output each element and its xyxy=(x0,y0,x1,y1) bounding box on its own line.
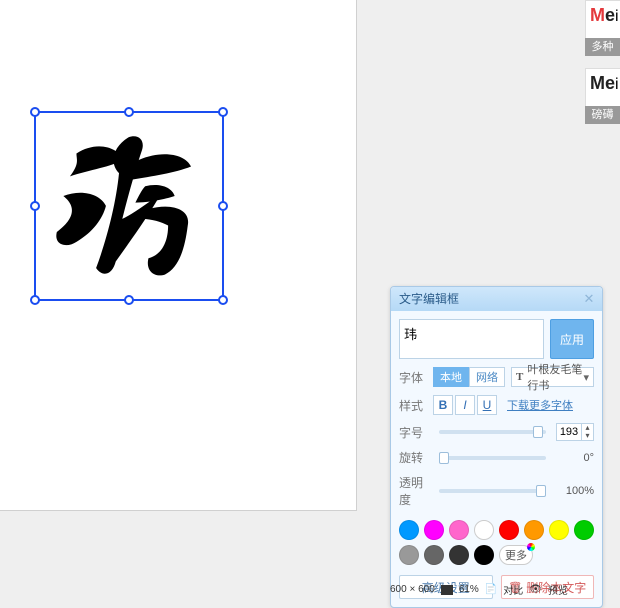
bold-button[interactable]: B xyxy=(433,395,453,415)
download-fonts-link[interactable]: 下载更多字体 xyxy=(507,397,573,413)
resize-handle-bm[interactable] xyxy=(124,295,134,305)
resize-handle-tl[interactable] xyxy=(30,107,40,117)
resize-handle-ml[interactable] xyxy=(30,201,40,211)
ad-letter: e xyxy=(605,73,615,93)
ad-letter: i xyxy=(615,8,619,25)
opacity-value: 100% xyxy=(552,485,594,497)
size-label: 字号 xyxy=(399,424,433,441)
color-swatch[interactable] xyxy=(449,545,469,565)
more-colors-button[interactable]: 更多 xyxy=(499,545,533,565)
slider-knob[interactable] xyxy=(439,452,449,464)
zoom-icon xyxy=(441,585,453,595)
status-bar: 600 × 600 61% 📄对比 👁预览 xyxy=(390,582,568,597)
ad-letter: i xyxy=(615,76,619,93)
opacity-slider[interactable] xyxy=(439,489,546,493)
underline-button[interactable]: U xyxy=(477,395,497,415)
ad-letter: M xyxy=(590,73,605,93)
ad-button-1[interactable]: 多种 xyxy=(585,38,620,56)
text-glyph[interactable] xyxy=(36,113,222,299)
color-swatch[interactable] xyxy=(474,520,494,540)
ad-letter: e xyxy=(605,5,615,25)
rotate-label: 旋转 xyxy=(399,449,433,466)
size-spinner[interactable]: ▴▾ xyxy=(556,423,594,441)
font-name: 叶根友毛笔行书 xyxy=(527,361,583,393)
italic-button[interactable]: I xyxy=(455,395,475,415)
color-swatch[interactable] xyxy=(424,545,444,565)
color-swatch[interactable] xyxy=(524,520,544,540)
color-swatch[interactable] xyxy=(574,520,594,540)
font-selector[interactable]: 叶根友毛笔行书 xyxy=(511,367,594,387)
resize-handle-br[interactable] xyxy=(218,295,228,305)
slider-knob[interactable] xyxy=(536,485,546,497)
apply-button[interactable]: 应用 xyxy=(550,319,594,359)
text-input[interactable] xyxy=(399,319,544,359)
resize-handle-mr[interactable] xyxy=(218,201,228,211)
style-label: 样式 xyxy=(399,397,433,414)
text-selection-box[interactable] xyxy=(34,111,224,301)
color-swatch[interactable] xyxy=(474,545,494,565)
canvas-dims: 600 × 600 xyxy=(390,584,435,595)
spinner-arrows[interactable]: ▴▾ xyxy=(581,424,593,440)
canvas[interactable] xyxy=(0,0,357,511)
tab-net[interactable]: 网络 xyxy=(469,367,505,387)
color-swatches: 更多 xyxy=(399,516,594,569)
panel-titlebar[interactable]: 文字编辑框 ✕ xyxy=(391,287,602,311)
size-value[interactable] xyxy=(557,426,581,438)
tab-local[interactable]: 本地 xyxy=(433,367,469,387)
ad-letter: M xyxy=(590,5,605,25)
rotate-value: 0° xyxy=(552,452,594,464)
glyph-svg xyxy=(47,124,211,288)
preview-label[interactable]: 预览 xyxy=(548,582,568,597)
zoom-value: 61% xyxy=(459,584,479,595)
resize-handle-tr[interactable] xyxy=(218,107,228,117)
color-swatch[interactable] xyxy=(449,520,469,540)
resize-handle-tm[interactable] xyxy=(124,107,134,117)
font-label: 字体 xyxy=(399,369,433,386)
panel-title: 文字编辑框 xyxy=(399,292,459,306)
opacity-label: 透明度 xyxy=(399,474,433,508)
close-icon[interactable]: ✕ xyxy=(582,292,596,306)
ad-button-2[interactable]: 磅礡 xyxy=(585,106,620,124)
resize-handle-bl[interactable] xyxy=(30,295,40,305)
compare-label[interactable]: 对比 xyxy=(503,582,523,597)
color-swatch[interactable] xyxy=(499,520,519,540)
slider-knob[interactable] xyxy=(533,426,543,438)
color-swatch[interactable] xyxy=(399,520,419,540)
color-swatch[interactable] xyxy=(399,545,419,565)
rotate-slider[interactable] xyxy=(439,456,546,460)
color-swatch[interactable] xyxy=(549,520,569,540)
size-slider[interactable] xyxy=(439,430,546,434)
text-edit-panel: 文字编辑框 ✕ 应用 字体 本地 网络 叶根友毛笔行书 样式 B I U 下载更… xyxy=(390,286,603,608)
color-swatch[interactable] xyxy=(424,520,444,540)
